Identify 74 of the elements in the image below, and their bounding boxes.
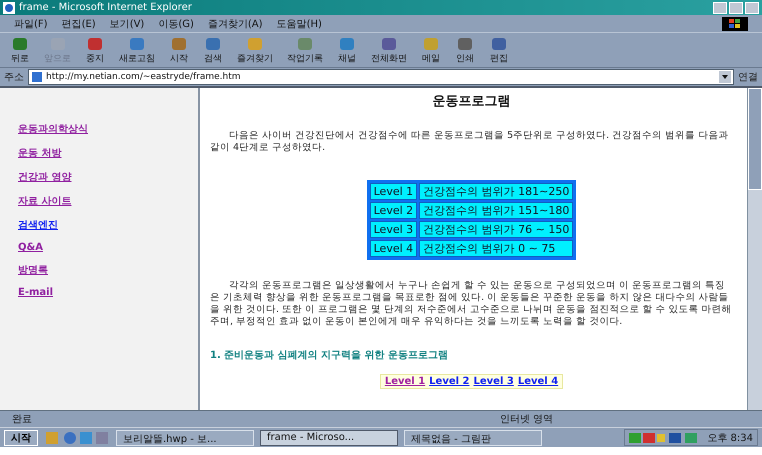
sidebar-link[interactable]: 방명록 (18, 263, 48, 277)
section-heading: 1. 준비운동과 심폐계의 지구력을 위한 운동프로그램 (210, 349, 450, 362)
minimize-button[interactable] (713, 2, 727, 14)
sidebar-link[interactable]: 검색엔진 (18, 218, 58, 232)
links-button[interactable]: 연결 (738, 70, 758, 84)
toolbar-button[interactable]: 메일 (421, 36, 441, 64)
taskbar-button[interactable]: 제목없음 - 그림판 (404, 430, 542, 446)
logo-icon (722, 16, 748, 30)
menu-item[interactable]: 보기(V) (110, 16, 144, 30)
toolbar-button[interactable]: 새로고침 (119, 36, 155, 64)
tool-icon (455, 36, 475, 52)
tool-icon (421, 36, 441, 52)
table-cell: Level 4 (370, 240, 418, 257)
close-button[interactable] (745, 2, 759, 14)
sidebar-link[interactable]: 운동과의학상식 (18, 122, 88, 136)
table-cell: Level 1 (370, 183, 418, 200)
tool-icon (337, 36, 357, 52)
toolbar-button[interactable]: 작업기록 (287, 36, 323, 64)
menu-item[interactable]: 도움말(H) (276, 16, 322, 30)
tool-icon (379, 36, 399, 52)
tool-icon (10, 36, 30, 52)
level-link[interactable]: Level 1 (384, 376, 426, 387)
sidebar-link[interactable]: 자료 사이트 (18, 194, 72, 208)
table-cell: 건강점수의 범위가 76 ~ 150 (419, 221, 574, 238)
sidebar-link[interactable]: E-mail (18, 287, 54, 298)
status-text: 완료 (11, 413, 33, 426)
address-field[interactable]: http://my.netian.com/~eastryde/frame.htm (28, 69, 734, 85)
quick-launch-icons[interactable] (44, 430, 110, 444)
toolbar-button[interactable]: 인쇄 (455, 36, 475, 64)
window-title: frame - Microsoft Internet Explorer (19, 2, 192, 13)
sidebar-link[interactable]: 운동 처방 (18, 146, 62, 160)
tray-icons[interactable] (629, 430, 700, 444)
zone-text: 인터넷 영역 (500, 413, 554, 426)
sidebar-link[interactable]: 건강과 영양 (18, 170, 72, 184)
taskbar-button[interactable]: 보리알뜰.hwp - 보... (116, 430, 254, 446)
tool-icon (85, 36, 105, 52)
table-cell: 건강점수의 범위가 151~180 (419, 202, 574, 219)
toolbar-button[interactable]: 편집 (489, 36, 509, 64)
table-cell: 건강점수의 범위가 181~250 (419, 183, 574, 200)
tool-icon (169, 36, 189, 52)
menu-item[interactable]: 즐겨찾기(A) (208, 16, 263, 30)
table-cell: Level 3 (370, 221, 418, 238)
sidebar-link[interactable]: Q&A (18, 242, 43, 253)
table-cell: 건강점수의 범위가 0 ~ 75 (419, 240, 574, 257)
toolbar-button[interactable]: 채널 (337, 36, 357, 64)
tool-icon (489, 36, 509, 52)
level-link[interactable]: Level 3 (474, 376, 514, 387)
menu-item[interactable]: 편집(E) (62, 16, 96, 30)
tool-icon (127, 36, 147, 52)
level-link[interactable]: Level 2 (429, 376, 470, 387)
body-paragraph: 각각의 운동프로그램은 일상생활에서 누구나 손쉽게 할 수 있는 운동으로 구성되었으며 이 운동프로그램의 특징은 기초체력 향상을 위한 운동프로그램을 목표로한 점에 있다. 이 운동들은 꾸준한 운동을 하지 않은 대다수의 사람들을 위한 것이다. 또한 이 프로그램은 몇 단계의 저수준에서 고수준으로 나뉘며 운동을 점진적으로 할 수 있도록 마련해주며, 부정적인 효과 없이 운동이 본인에게 매우 유익하다는 것을 느끼도록 노력을 할 것이다. (210, 280, 732, 328)
table-cell: Level 2 (370, 202, 418, 219)
clock: 오후 8:34 (707, 432, 753, 444)
toolbar-button[interactable]: 즐겨찾기 (237, 36, 273, 64)
scrollbar[interactable] (747, 88, 762, 410)
address-label: 주소 (4, 71, 24, 84)
menu-item[interactable]: 파일(F) (14, 16, 48, 30)
toolbar-button[interactable]: 시작 (169, 36, 189, 64)
tool-icon (245, 36, 265, 52)
taskbar-button[interactable]: frame - Microso... (260, 430, 398, 446)
page-title: 운동프로그램 (432, 93, 512, 110)
tool-icon (203, 36, 223, 52)
level-link[interactable]: Level 4 (518, 376, 558, 387)
toolbar-button[interactable]: 중지 (85, 36, 105, 64)
menu-item[interactable]: 이동(G) (158, 16, 194, 30)
dropdown-button[interactable] (719, 71, 731, 83)
intro-paragraph: 다음은 사이버 건강진단에서 건강점수에 따른 운동프로그램을 5주단위로 구성하였다. 건강점수의 범위를 다음과 같이 4단계로 구성하였다. (210, 130, 730, 154)
maximize-button[interactable] (729, 2, 743, 14)
toolbar-button[interactable]: 검색 (203, 36, 223, 64)
tool-icon (295, 36, 315, 52)
toolbar-button[interactable]: 전체화면 (371, 36, 407, 64)
browser-icon (3, 2, 15, 14)
start-button[interactable]: 시작 (4, 430, 38, 446)
toolbar-button[interactable]: 뒤로 (10, 36, 30, 64)
